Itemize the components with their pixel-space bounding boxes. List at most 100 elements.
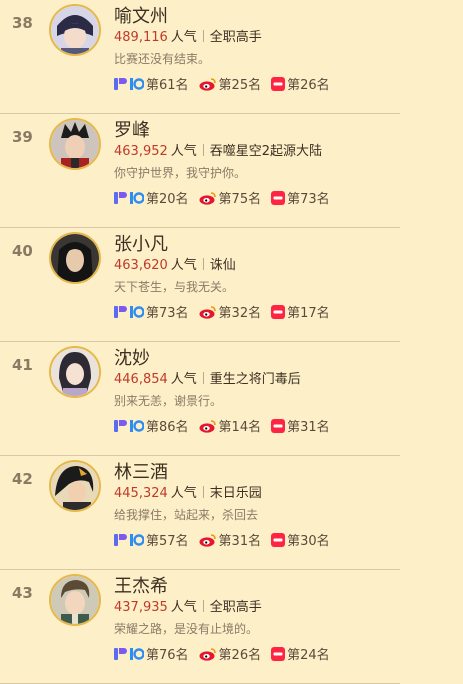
- list-item[interactable]: 40 张小凡 463,620 人气 诛仙 天下苍生，与我无关。 第73名 第32名 …: [0, 228, 400, 342]
- platform2-rank[interactable]: 第31名: [199, 530, 262, 549]
- rank-text: 第30名: [287, 534, 330, 549]
- platform3-rank[interactable]: 第24名: [271, 644, 330, 663]
- divider: [202, 600, 204, 612]
- platform3-rank[interactable]: 第30名: [271, 530, 330, 549]
- rank-text: 第25名: [218, 78, 262, 93]
- platform-ranks: 第86名 第14名 第31名: [114, 416, 340, 435]
- avatar[interactable]: [49, 346, 101, 398]
- rank-text: 第20名: [146, 192, 189, 207]
- blue-purple-logo-icon: [114, 191, 144, 205]
- divider: [202, 486, 204, 498]
- popularity-label: 人气: [170, 600, 197, 615]
- platform2-rank[interactable]: 第25名: [199, 74, 262, 93]
- character-name[interactable]: 沈妙: [114, 344, 150, 370]
- weibo-icon: [199, 419, 217, 433]
- red-app-icon: [271, 76, 286, 91]
- rank-number: 41: [12, 356, 33, 374]
- rank-text: 第14名: [218, 420, 262, 435]
- popularity-label: 人气: [170, 144, 197, 159]
- meta-line: 437,935 人气 全职高手: [114, 596, 262, 615]
- list-item[interactable]: 42 林三酒 445,324 人气 末日乐园 给我撑住，站起来，杀回去 第57名 第…: [0, 456, 400, 570]
- divider: [202, 258, 204, 270]
- character-quote: 你守护世界，我守护你。: [114, 166, 247, 180]
- list-item[interactable]: 43 王杰希 437,935 人气 全职高手 荣耀之路，是没有止境的。 第76名 第…: [0, 570, 400, 684]
- rank-text: 第24名: [287, 648, 330, 663]
- platform2-rank[interactable]: 第75名: [199, 188, 262, 207]
- platform1-rank[interactable]: 第20名: [114, 188, 189, 207]
- popularity-label: 人气: [170, 372, 197, 387]
- work-title[interactable]: 吞噬星空2起源大陆: [210, 144, 322, 159]
- red-app-icon: [271, 304, 286, 319]
- weibo-icon: [199, 191, 217, 205]
- rank-number: 40: [12, 242, 33, 260]
- list-item[interactable]: 39 罗峰 463,952 人气 吞噬星空2起源大陆 你守护世界，我守护你。 第20…: [0, 114, 400, 228]
- rank-text: 第57名: [146, 534, 189, 549]
- blue-purple-logo-icon: [114, 419, 144, 433]
- popularity-label: 人气: [170, 258, 197, 273]
- divider: [202, 372, 204, 384]
- platform-ranks: 第57名 第31名 第30名: [114, 530, 340, 549]
- weibo-icon: [199, 305, 217, 319]
- platform1-rank[interactable]: 第61名: [114, 74, 189, 93]
- platform1-rank[interactable]: 第76名: [114, 644, 189, 663]
- blue-purple-logo-icon: [114, 305, 144, 319]
- rank-text: 第73名: [287, 192, 330, 207]
- character-name[interactable]: 罗峰: [114, 116, 150, 142]
- platform2-rank[interactable]: 第14名: [199, 416, 262, 435]
- weibo-icon: [199, 533, 217, 547]
- avatar[interactable]: [49, 574, 101, 626]
- rank-text: 第17名: [287, 306, 330, 321]
- avatar[interactable]: [49, 118, 101, 170]
- rank-text: 第31名: [287, 420, 330, 435]
- blue-purple-logo-icon: [114, 77, 144, 91]
- divider: [202, 144, 204, 156]
- character-quote: 给我撑住，站起来，杀回去: [114, 508, 259, 522]
- platform3-rank[interactable]: 第26名: [271, 74, 330, 93]
- red-app-icon: [271, 190, 286, 205]
- character-name[interactable]: 喻文州: [114, 2, 168, 28]
- work-title[interactable]: 末日乐园: [210, 486, 262, 501]
- red-app-icon: [271, 418, 286, 433]
- work-title[interactable]: 诛仙: [210, 258, 236, 273]
- divider: [202, 30, 204, 42]
- character-quote: 比赛还没有结束。: [114, 52, 211, 66]
- list-item[interactable]: 41 沈妙 446,854 人气 重生之将门毒后 别来无恙，谢景行。 第86名 第1…: [0, 342, 400, 456]
- platform1-rank[interactable]: 第86名: [114, 416, 189, 435]
- platform1-rank[interactable]: 第57名: [114, 530, 189, 549]
- platform2-rank[interactable]: 第32名: [199, 302, 262, 321]
- avatar[interactable]: [49, 460, 101, 512]
- popularity-label: 人气: [170, 486, 197, 501]
- popularity-count: 489,116: [114, 30, 168, 45]
- platform2-rank[interactable]: 第26名: [199, 644, 261, 663]
- popularity-count: 445,324: [114, 486, 168, 501]
- rank-text: 第31名: [218, 534, 262, 549]
- list-item[interactable]: 38 喻文州 489,116 人气 全职高手 比赛还没有结束。 第61名 第25名 …: [0, 0, 400, 114]
- character-name[interactable]: 王杰希: [114, 572, 168, 598]
- ranking-list: 38 喻文州 489,116 人气 全职高手 比赛还没有结束。 第61名 第25名 …: [0, 0, 463, 684]
- platform3-rank[interactable]: 第31名: [271, 416, 330, 435]
- avatar[interactable]: [49, 4, 101, 56]
- platform3-rank[interactable]: 第73名: [271, 188, 330, 207]
- popularity-count: 463,952: [114, 144, 168, 159]
- rank-text: 第86名: [146, 420, 189, 435]
- character-name[interactable]: 林三酒: [114, 458, 168, 484]
- popularity-label: 人气: [170, 30, 197, 45]
- work-title[interactable]: 全职高手: [210, 600, 262, 615]
- rank-text: 第32名: [218, 306, 262, 321]
- work-title[interactable]: 全职高手: [210, 30, 262, 45]
- platform-ranks: 第76名 第26名 第24名: [114, 644, 340, 663]
- avatar[interactable]: [49, 232, 101, 284]
- meta-line: 489,116 人气 全职高手: [114, 26, 262, 45]
- character-name[interactable]: 张小凡: [114, 230, 168, 256]
- rank-number: 39: [12, 128, 33, 146]
- platform-ranks: 第73名 第32名 第17名: [114, 302, 340, 321]
- platform-ranks: 第20名 第75名 第73名: [114, 188, 340, 207]
- platform1-rank[interactable]: 第73名: [114, 302, 189, 321]
- rank-text: 第61名: [146, 78, 189, 93]
- work-title[interactable]: 重生之将门毒后: [210, 372, 301, 387]
- rank-text: 第75名: [218, 192, 262, 207]
- platform3-rank[interactable]: 第17名: [271, 302, 330, 321]
- character-quote: 荣耀之路，是没有止境的。: [114, 622, 259, 636]
- blue-purple-logo-icon: [114, 533, 144, 547]
- rank-number: 38: [12, 14, 33, 32]
